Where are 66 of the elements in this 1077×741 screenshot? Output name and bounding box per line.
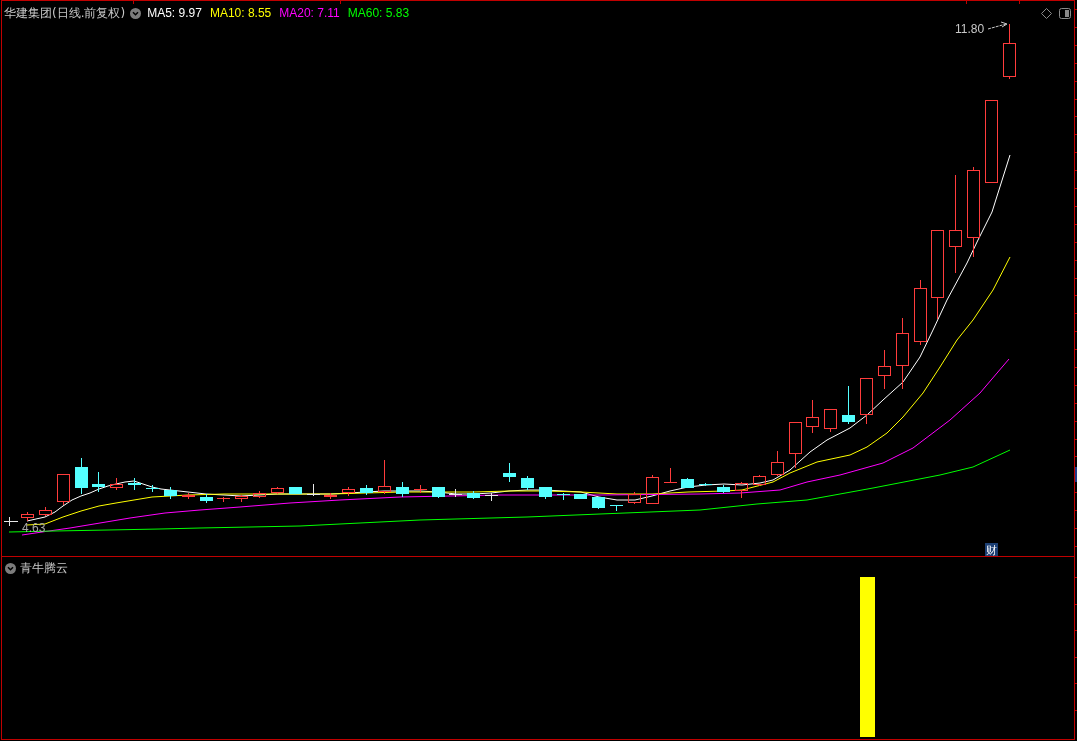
candlestick xyxy=(432,487,445,499)
candlestick xyxy=(717,484,730,494)
candlestick xyxy=(860,378,873,425)
candlestick xyxy=(289,487,302,494)
candlestick xyxy=(1003,23,1016,80)
split-square-icon[interactable] xyxy=(1059,7,1071,19)
candlestick xyxy=(164,486,177,500)
candlestick xyxy=(128,477,141,491)
chart-title: 华建集团(日线.前复权) xyxy=(4,5,126,21)
candlestick xyxy=(664,467,677,483)
price-marker xyxy=(1075,467,1077,482)
candlestick xyxy=(628,491,641,505)
finance-badge[interactable]: 财 xyxy=(985,543,998,557)
candlestick xyxy=(806,399,819,434)
candlestick xyxy=(521,475,534,491)
candlestick xyxy=(396,481,409,498)
candlestick xyxy=(182,492,195,500)
candlestick xyxy=(21,511,34,522)
diamond-icon[interactable] xyxy=(1041,7,1052,19)
candlestick xyxy=(789,422,802,469)
candlestick xyxy=(592,497,605,510)
candlestick xyxy=(200,493,213,504)
ma-legend-item: MA20: 7.11 xyxy=(279,5,340,21)
cross-marker-icon xyxy=(3,516,19,527)
candlestick xyxy=(878,349,891,390)
candlestick xyxy=(753,474,766,487)
candlestick xyxy=(92,471,105,493)
candlestick xyxy=(217,496,230,503)
candlestick xyxy=(414,484,427,494)
candlestick xyxy=(646,474,659,504)
candlestick xyxy=(342,486,355,497)
candlestick xyxy=(307,483,320,497)
ma-legend-item: MA10: 8.55 xyxy=(209,5,272,21)
candlestick xyxy=(735,481,748,499)
candlestick xyxy=(110,477,123,491)
candlestick xyxy=(842,385,855,425)
candlestick xyxy=(771,450,784,477)
candlestick xyxy=(57,474,70,506)
candlestick xyxy=(824,409,837,433)
candlestick xyxy=(574,494,587,499)
high-price-label: 11.80 xyxy=(955,22,985,36)
ma-legend-item: MA5: 9.97 xyxy=(147,5,202,21)
candlestick xyxy=(449,488,462,498)
candlestick xyxy=(467,490,480,500)
candlestick xyxy=(610,505,623,512)
indicator-title: 青牛腾云 xyxy=(20,560,68,576)
candlestick xyxy=(75,457,88,495)
candlestick xyxy=(914,279,927,346)
candlestick xyxy=(503,462,516,483)
ma-legend-item: MA60: 5.83 xyxy=(347,5,410,21)
chevron-down-icon[interactable] xyxy=(5,562,16,574)
candlestick xyxy=(253,490,266,499)
candlestick xyxy=(39,506,52,517)
candlestick xyxy=(324,492,337,500)
candlestick xyxy=(378,459,391,495)
candlestick xyxy=(681,477,694,488)
candlestick xyxy=(235,494,248,503)
leader-arrow xyxy=(987,21,1008,30)
candlestick xyxy=(699,482,712,487)
candlestick xyxy=(557,492,570,501)
candlestick xyxy=(485,492,498,502)
candlestick xyxy=(360,484,373,496)
candlestick xyxy=(146,484,159,493)
candlestick xyxy=(539,487,552,500)
chevron-down-icon[interactable] xyxy=(130,7,142,19)
candlestick xyxy=(271,486,284,495)
